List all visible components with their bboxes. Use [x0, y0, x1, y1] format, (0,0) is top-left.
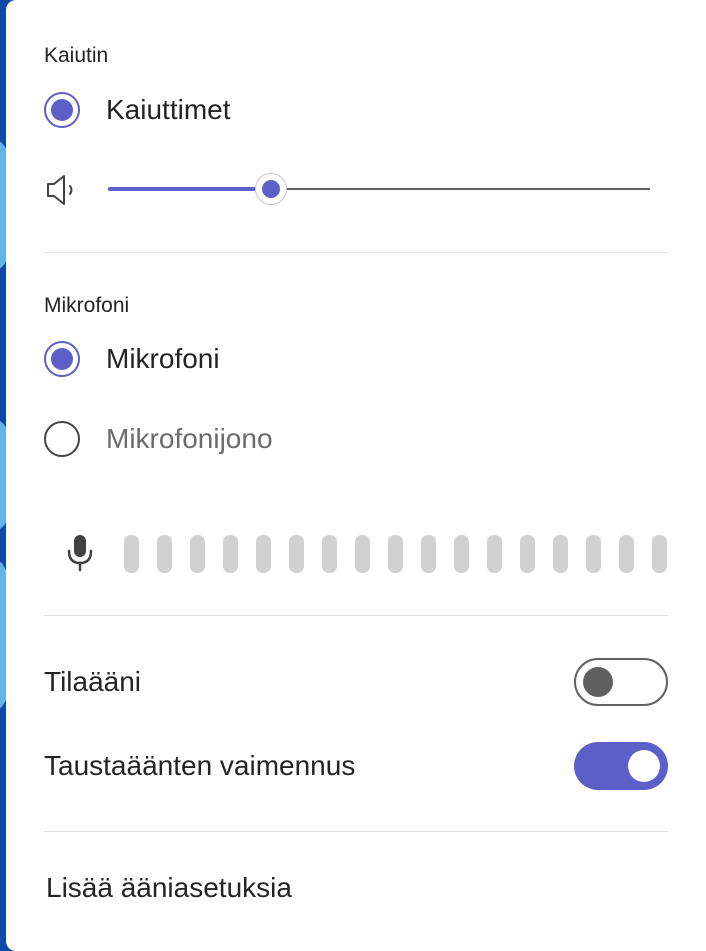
level-bar	[586, 535, 601, 573]
noise-suppression-toggle[interactable]	[574, 742, 668, 790]
level-bar	[157, 535, 172, 573]
microphone-device-option[interactable]: Mikrofoni	[44, 341, 220, 377]
audio-settings-flyout: Kaiutin Kaiuttimet Mikrofoni Mikrofoni M…	[6, 0, 706, 951]
microphone-icon	[66, 533, 94, 578]
level-bar	[190, 535, 205, 573]
speaker-radio[interactable]	[44, 92, 80, 128]
speaker-icon	[44, 170, 84, 215]
level-bar	[289, 535, 304, 573]
level-bar	[553, 535, 568, 573]
speaker-device-label: Kaiuttimet	[106, 94, 231, 125]
level-bar	[388, 535, 403, 573]
noise-suppression-label: Taustaäänten vaimennus	[44, 750, 356, 781]
divider	[44, 615, 668, 616]
more-audio-settings-link[interactable]: Lisää ääniasetuksia	[46, 872, 292, 904]
divider	[44, 252, 668, 253]
level-bar	[487, 535, 502, 573]
level-bar	[421, 535, 436, 573]
microphone-array-label: Mikrofonijono	[106, 423, 273, 454]
divider	[44, 831, 668, 832]
spatial-audio-toggle[interactable]	[574, 658, 668, 706]
microphone-array-option[interactable]: Mikrofonijono	[44, 421, 273, 457]
level-bar	[652, 535, 667, 573]
level-bar	[223, 535, 238, 573]
level-bar	[322, 535, 337, 573]
speaker-device-option[interactable]: Kaiuttimet	[44, 92, 231, 128]
microphone-array-radio[interactable]	[44, 421, 80, 457]
speaker-section-label: Kaiutin	[44, 44, 109, 67]
level-bar	[124, 535, 139, 573]
level-bar	[520, 535, 535, 573]
level-bar	[454, 535, 469, 573]
slider-thumb[interactable]	[255, 173, 287, 205]
speaker-volume-slider[interactable]	[108, 168, 650, 210]
microphone-section-label: Mikrofoni	[44, 294, 130, 317]
microphone-device-label: Mikrofoni	[106, 343, 220, 374]
microphone-radio[interactable]	[44, 341, 80, 377]
level-bar	[256, 535, 271, 573]
level-bar	[355, 535, 370, 573]
level-bar	[619, 535, 634, 573]
spatial-audio-label: Tilaääni	[44, 666, 142, 697]
slider-fill	[108, 187, 271, 191]
